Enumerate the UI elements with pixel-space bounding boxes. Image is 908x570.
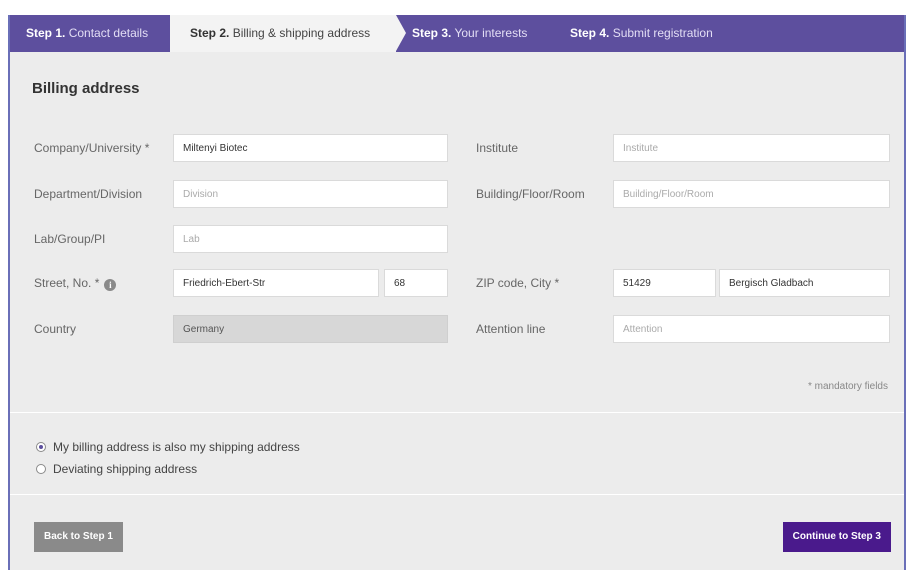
radio-deviating-shipping-label: Deviating shipping address: [53, 462, 198, 476]
zip-code-field[interactable]: [613, 269, 716, 297]
lab-label: Lab/Group/PI: [34, 232, 106, 246]
radio-same-shipping[interactable]: My billing address is also my shipping a…: [36, 440, 300, 454]
street-label: Street, No. *: [34, 276, 100, 290]
lab-field[interactable]: [173, 225, 448, 253]
registration-form-frame: Step 1. Contact details Step 2. Billing …: [8, 15, 906, 570]
radio-same-shipping-label: My billing address is also my shipping a…: [53, 440, 300, 454]
step-2-billing-shipping[interactable]: Step 2. Billing & shipping address: [170, 15, 406, 52]
footer-divider: [10, 494, 904, 495]
building-field[interactable]: [613, 180, 890, 208]
radio-deviating-shipping-control[interactable]: [36, 464, 46, 474]
company-label: Company/University *: [34, 141, 150, 155]
radio-deviating-shipping[interactable]: Deviating shipping address: [36, 462, 197, 476]
billing-address-panel: Billing address Company/University * Dep…: [10, 52, 904, 412]
country-label: Country: [34, 322, 77, 336]
department-label: Department/Division: [34, 187, 143, 201]
zip-city-label: ZIP code, City *: [476, 276, 560, 290]
billing-address-title: Billing address: [32, 80, 140, 97]
info-icon[interactable]: i: [104, 279, 117, 291]
city-field[interactable]: [719, 269, 890, 297]
institute-field[interactable]: [613, 134, 890, 162]
step-4-label: Submit registration: [612, 26, 713, 40]
attention-label: Attention line: [476, 322, 546, 336]
step-1-contact-details[interactable]: Step 1. Contact details: [26, 15, 148, 52]
step-1-label: Contact details: [68, 26, 149, 40]
country-field: [173, 315, 448, 343]
step-4-number: Step 4.: [570, 26, 610, 40]
step-3-label: Your interests: [454, 26, 528, 40]
step-3-interests[interactable]: Step 3. Your interests: [412, 15, 527, 52]
department-field[interactable]: [173, 180, 448, 208]
attention-field[interactable]: [613, 315, 890, 343]
step-3-number: Step 3.: [412, 26, 452, 40]
house-number-field[interactable]: [384, 269, 448, 297]
step-4-submit[interactable]: Step 4. Submit registration: [570, 15, 713, 52]
radio-same-shipping-control[interactable]: [36, 442, 46, 452]
building-label: Building/Floor/Room: [476, 187, 585, 201]
company-field[interactable]: [173, 134, 448, 162]
continue-to-step-3-button[interactable]: Continue to Step 3: [782, 522, 891, 552]
step-2-number: Step 2.: [190, 26, 230, 40]
back-to-step-1-button[interactable]: Back to Step 1: [34, 522, 123, 552]
section-divider: [10, 412, 904, 413]
institute-label: Institute: [476, 141, 519, 155]
mandatory-fields-note: * mandatory fields: [807, 381, 888, 392]
step-1-number: Step 1.: [26, 26, 66, 40]
step-progress-bar: Step 1. Contact details Step 2. Billing …: [10, 15, 904, 52]
street-field[interactable]: [173, 269, 379, 297]
street-label-wrap: Street, No. * i: [34, 276, 117, 291]
step-2-label: Billing & shipping address: [232, 26, 371, 40]
